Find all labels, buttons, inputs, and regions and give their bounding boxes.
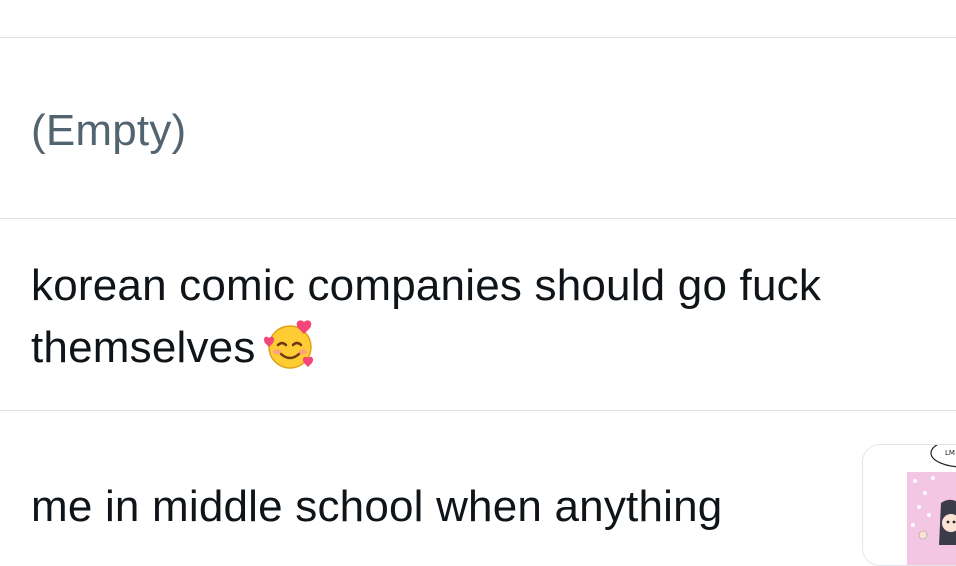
comic-thumbnail[interactable]: LM xyxy=(862,444,956,566)
smiling-face-with-hearts-icon xyxy=(263,318,318,372)
item-text: me in middle school when anything xyxy=(31,482,723,531)
list-item[interactable]: korean comic companies should go fuck th… xyxy=(0,219,956,410)
svg-text:LM: LM xyxy=(945,449,955,457)
feed-list: (Empty) korean comic companies should go… xyxy=(0,0,956,566)
item-text-line2-wrap: themselves xyxy=(31,317,318,379)
list-item-empty[interactable]: (Empty) xyxy=(0,38,956,218)
list-item[interactable]: me in middle school when anything xyxy=(0,411,956,538)
item-text-line2: themselves xyxy=(31,323,256,372)
empty-label: (Empty) xyxy=(31,106,187,155)
item-text-line1: korean comic companies should go fuck xyxy=(31,261,822,310)
